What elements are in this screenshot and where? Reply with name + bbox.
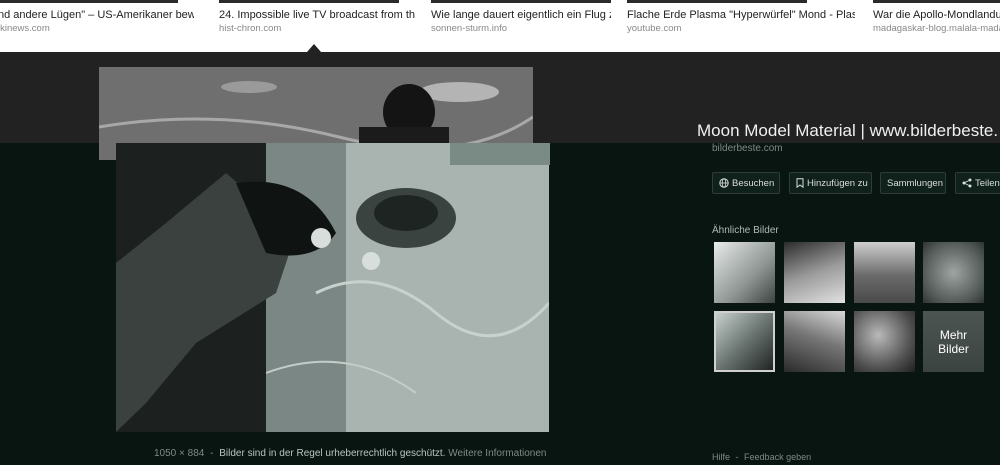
share-label: Teilen: [975, 178, 1000, 189]
result-item[interactable]: Flache Erde Plasma "Hyperwürfel" Mond - …: [627, 0, 855, 52]
footer-separator: -: [735, 452, 739, 462]
result-item[interactable]: War die Apollo-Mondlandung e madagaskar-…: [873, 0, 1000, 52]
visit-button[interactable]: Besuchen: [712, 172, 780, 194]
result-title[interactable]: Wie lange dauert eigentlich ein Flug z..…: [431, 9, 611, 21]
preview-image[interactable]: [116, 143, 549, 432]
add-to-button[interactable]: Hinzufügen zu: [789, 172, 872, 194]
caption-separator: -: [210, 448, 214, 459]
similar-image-thumb-selected[interactable]: [714, 311, 775, 372]
results-strip: nd andere Lügen" – US-Amerikaner beweis.…: [0, 0, 1000, 52]
result-source: madagaskar-blog.malala-madag: [873, 23, 1000, 34]
result-title[interactable]: nd andere Lügen" – US-Amerikaner beweis.…: [0, 9, 194, 21]
image-caption: 1050 × 884 - Bilder sind in der Regel ur…: [154, 448, 546, 459]
result-title[interactable]: War die Apollo-Mondlandung e: [873, 9, 1000, 21]
result-title[interactable]: Flache Erde Plasma "Hyperwürfel" Mond - …: [627, 9, 855, 21]
selected-result-pointer: [307, 44, 321, 52]
result-thumb-edge: [431, 0, 611, 3]
similar-image-thumb[interactable]: [854, 242, 915, 303]
result-source: youtube.com: [627, 23, 682, 34]
share-icon: [962, 178, 972, 188]
image-dimensions: 1050 × 884: [154, 448, 205, 459]
result-thumb-edge: [219, 0, 399, 3]
collections-label: Sammlungen: [887, 178, 943, 189]
result-item[interactable]: Wie lange dauert eigentlich ein Flug z..…: [431, 0, 611, 52]
more-info-link[interactable]: Weitere Informationen: [448, 448, 546, 459]
image-glitch-strip: [450, 143, 550, 165]
result-thumb-edge: [627, 0, 807, 3]
share-button[interactable]: Teilen: [955, 172, 1000, 194]
result-source: hist-chron.com: [219, 23, 282, 34]
more-images-button[interactable]: Mehr Bilder: [923, 311, 984, 372]
result-thumb-edge: [873, 0, 1000, 3]
similar-images-heading: Ähnliche Bilder: [712, 225, 779, 236]
similar-image-thumb[interactable]: [854, 311, 915, 372]
similar-image-thumb[interactable]: [714, 242, 775, 303]
globe-icon: [719, 178, 729, 189]
similar-image-thumb[interactable]: [784, 311, 845, 372]
moon-model-illustration: [116, 143, 549, 432]
similar-image-thumb[interactable]: [784, 242, 845, 303]
result-title[interactable]: 24. Impossible live TV broadcast from th…: [219, 9, 415, 21]
image-title[interactable]: Moon Model Material | www.bilderbeste.: [697, 121, 998, 141]
result-source: ikinews.com: [0, 23, 50, 34]
result-item[interactable]: nd andere Lügen" – US-Amerikaner beweis.…: [0, 0, 194, 52]
viewer-footer: Hilfe - Feedback geben: [712, 452, 811, 462]
result-source: sonnen-sturm.info: [431, 23, 508, 34]
add-to-label: Hinzufügen zu: [807, 178, 868, 189]
collections-button[interactable]: Sammlungen: [880, 172, 946, 194]
bookmark-icon: [796, 178, 804, 189]
help-link[interactable]: Hilfe: [712, 452, 730, 462]
similar-image-thumb[interactable]: [923, 242, 984, 303]
image-source-domain[interactable]: bilderbeste.com: [712, 143, 783, 154]
copyright-notice: Bilder sind in der Regel urheberrechtlic…: [219, 448, 446, 459]
feedback-link[interactable]: Feedback geben: [744, 452, 811, 462]
visit-label: Besuchen: [732, 178, 775, 189]
result-thumb-edge: [0, 0, 178, 3]
